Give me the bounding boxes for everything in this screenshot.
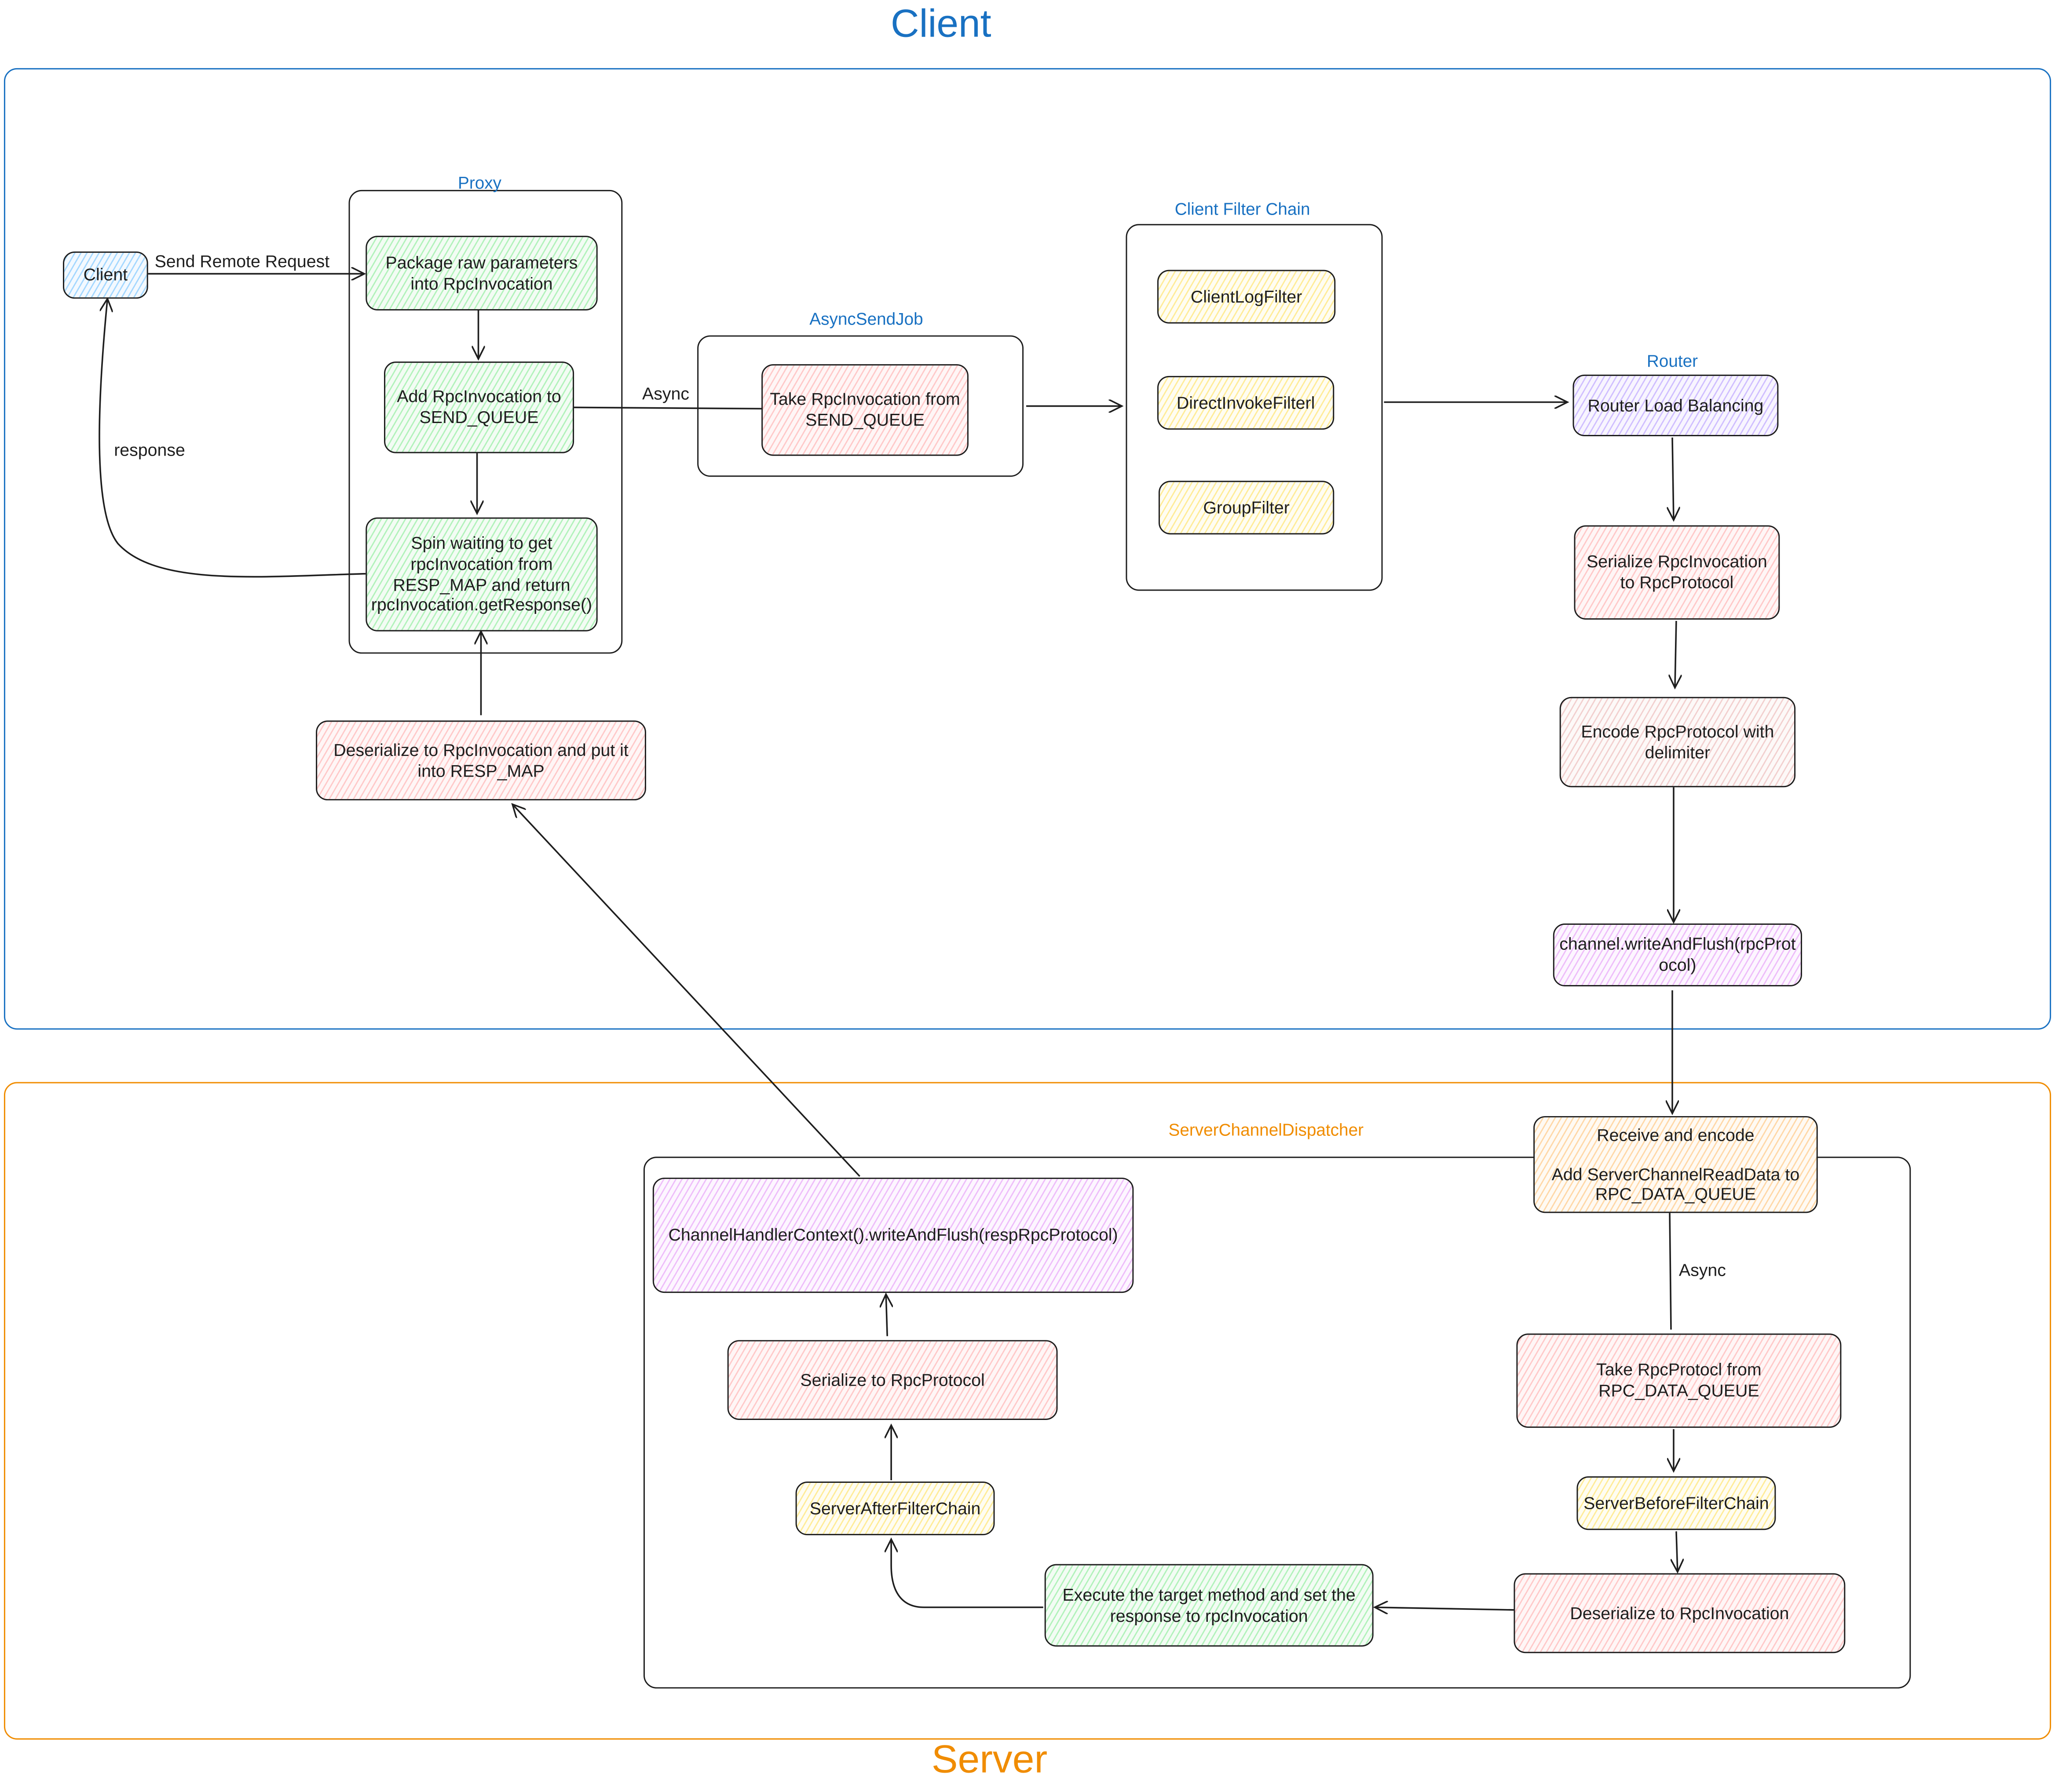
server-before-filter-chain-node[interactable]: ServerBeforeFilterChain — [1576, 1476, 1776, 1530]
take-from-rpc-data-queue-node[interactable]: Take RpcProtocl from RPC_DATA_QUEUE — [1516, 1333, 1842, 1428]
add-to-send-queue-node[interactable]: Add RpcInvocation to SEND_QUEUE — [384, 361, 574, 453]
serialize-server-node[interactable]: Serialize to RpcProtocol — [727, 1340, 1058, 1420]
group-filter-node[interactable]: GroupFilter — [1158, 481, 1335, 535]
take-from-send-queue-node[interactable]: Take RpcInvocation from SEND_QUEUE — [761, 364, 969, 456]
client-node-text: Client — [83, 265, 128, 285]
add-to-send-queue-text: Add RpcInvocation to SEND_QUEUE — [397, 387, 561, 427]
serialize-invocation-node[interactable]: Serialize RpcInvocation to RpcProtocol — [1574, 525, 1780, 620]
ctx-write-flush-node[interactable]: ChannelHandlerContext().writeAndFlush(re… — [652, 1177, 1134, 1293]
edge-before-to-deserialize — [1676, 1531, 1678, 1572]
deserialize-server-node[interactable]: Deserialize to RpcInvocation — [1514, 1573, 1846, 1653]
client-log-filter-node[interactable]: ClientLogFilter — [1157, 270, 1336, 324]
router-load-balancing-text: Router Load Balancing — [1587, 395, 1764, 415]
deserialize-resp-map-text: Deserialize to RpcInvocation and put it … — [333, 740, 629, 780]
serialize-server-text: Serialize to RpcProtocol — [800, 1369, 985, 1390]
deserialize-resp-map-node[interactable]: Deserialize to RpcInvocation and put it … — [316, 720, 646, 801]
edge-serialize-to-encode — [1675, 620, 1676, 688]
async-label-server: Async — [1678, 1260, 1726, 1280]
router-load-balancing-node[interactable]: Router Load Balancing — [1572, 374, 1779, 436]
serialize-invocation-text: Serialize RpcInvocation to RpcProtocol — [1587, 552, 1767, 592]
send-remote-request-label: Send Remote Request — [154, 251, 330, 271]
execute-target-node[interactable]: Execute the target method and set the re… — [1044, 1564, 1374, 1647]
spin-waiting-text: Spin waiting to get rpcInvocation from R… — [371, 533, 592, 615]
take-from-send-queue-text: Take RpcInvocation from SEND_QUEUE — [770, 389, 960, 430]
edge-add-to-take — [574, 406, 763, 410]
execute-target-text: Execute the target method and set the re… — [1062, 1585, 1356, 1625]
group-filter-text: GroupFilter — [1203, 497, 1290, 517]
rpc-flow-diagram: Client Server Proxy AsyncSendJob Client … — [0, 0, 2055, 1792]
client-log-filter-text: ClientLogFilter — [1190, 286, 1302, 307]
response-label: response — [114, 440, 185, 460]
direct-invoke-filter-text: DirectInvokeFilterl — [1176, 392, 1315, 412]
async-label-client: Async — [642, 383, 690, 404]
edge-serialize-to-ctx — [886, 1294, 887, 1336]
receive-encode-body: Add ServerChannelReadData to RPC_DATA_QU… — [1551, 1164, 1800, 1204]
receive-encode-node[interactable]: Receive and encode Add ServerChannelRead… — [1533, 1116, 1818, 1213]
package-params-node[interactable]: Package raw parameters into RpcInvocatio… — [366, 236, 598, 310]
edge-execute-to-after — [891, 1539, 1043, 1608]
package-params-text: Package raw parameters into RpcInvocatio… — [385, 252, 578, 293]
channel-write-flush-text: channel.writeAndFlush(rpcProtocol) — [1559, 934, 1796, 975]
deserialize-server-text: Deserialize to RpcInvocation — [1570, 1603, 1789, 1623]
take-from-rpc-data-queue-text: Take RpcProtocl from RPC_DATA_QUEUE — [1596, 1360, 1762, 1401]
encode-protocol-node[interactable]: Encode RpcProtocol with delimiter — [1559, 697, 1796, 788]
edge-spin-to-client — [99, 299, 366, 578]
edge-deserialize-to-execute — [1375, 1607, 1514, 1610]
spin-waiting-node[interactable]: Spin waiting to get rpcInvocation from R… — [366, 517, 598, 631]
edge-receive-to-take — [1669, 1213, 1672, 1330]
edge-router-to-serialize — [1672, 437, 1674, 520]
receive-encode-title: Receive and encode — [1597, 1125, 1755, 1145]
ctx-write-flush-text: ChannelHandlerContext().writeAndFlush(re… — [668, 1225, 1118, 1245]
server-before-filter-chain-text: ServerBeforeFilterChain — [1583, 1493, 1769, 1513]
server-after-filter-chain-text: ServerAfterFilterChain — [809, 1498, 981, 1518]
encode-protocol-text: Encode RpcProtocol with delimiter — [1581, 722, 1774, 762]
channel-write-flush-node[interactable]: channel.writeAndFlush(rpcProtocol) — [1553, 923, 1802, 987]
direct-invoke-filter-node[interactable]: DirectInvokeFilterl — [1157, 376, 1335, 430]
edge-ctx-to-deserialize-resp — [512, 804, 860, 1177]
server-after-filter-chain-node[interactable]: ServerAfterFilterChain — [795, 1482, 995, 1536]
client-node[interactable]: Client — [63, 251, 148, 299]
